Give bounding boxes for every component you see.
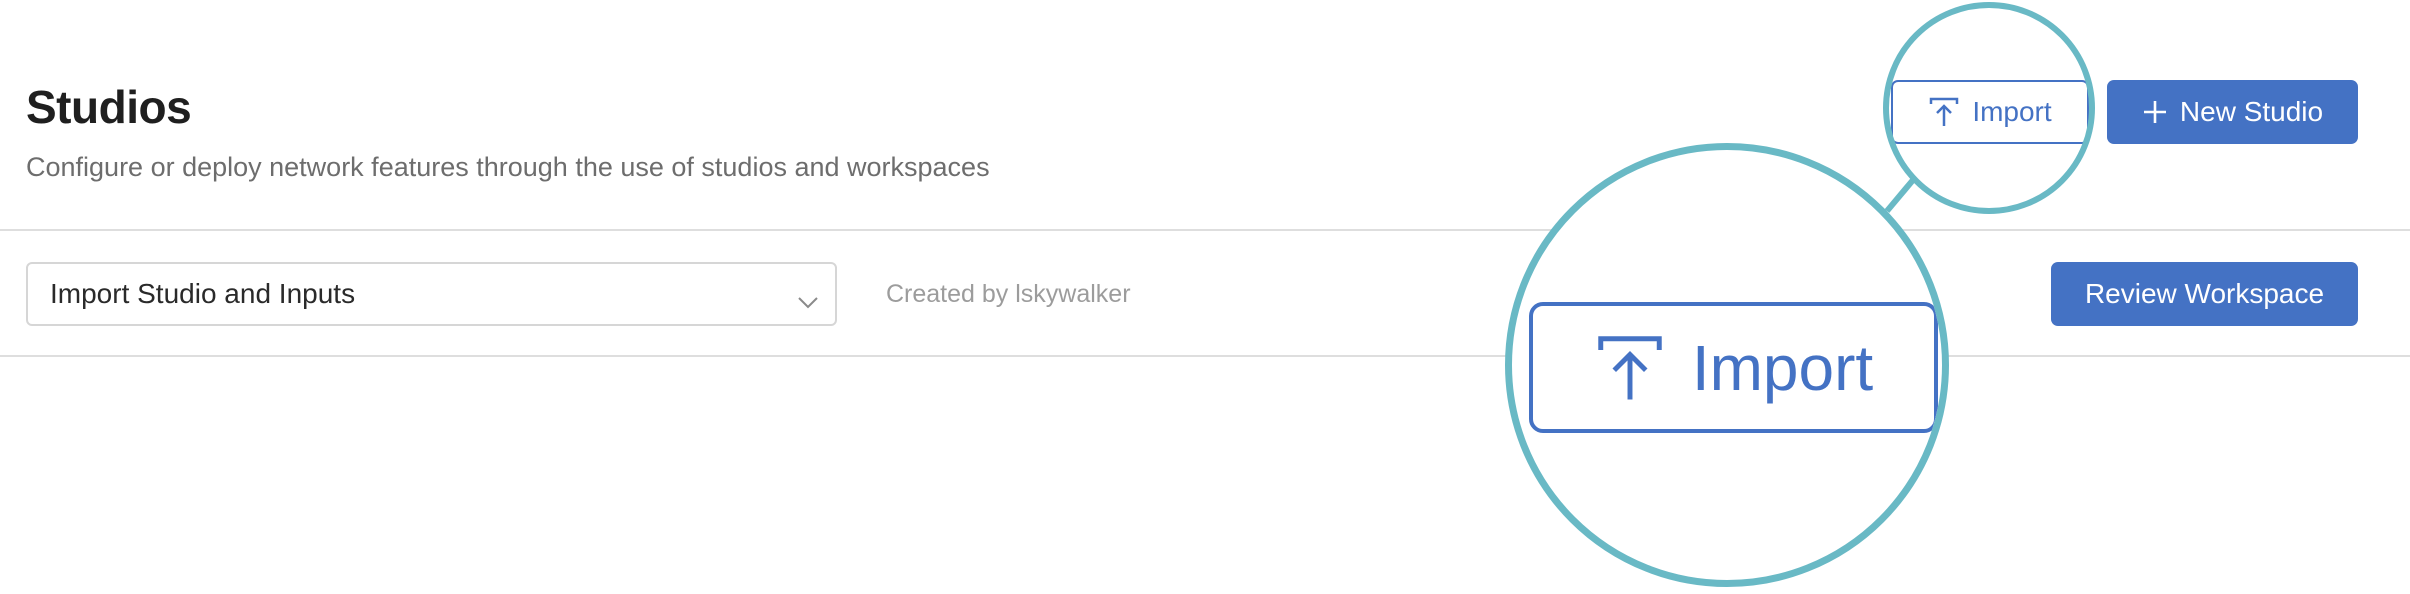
- review-workspace-button-label: Review Workspace: [2084, 278, 2325, 309]
- divider: [0, 355, 2410, 357]
- page-title: Studios: [26, 81, 192, 133]
- import-button[interactable]: Import: [1891, 80, 2089, 144]
- magnifier-callout: Import: [1505, 143, 1949, 587]
- upload-icon: [1594, 332, 1666, 404]
- divider: [0, 229, 2410, 231]
- workspace-select-value: Import Studio and Inputs: [50, 278, 356, 309]
- import-button-label: Import: [1972, 96, 2052, 127]
- magnified-import-label: Import: [1691, 331, 1874, 404]
- review-workspace-button[interactable]: Review Workspace: [2051, 262, 2358, 326]
- new-studio-button[interactable]: New Studio: [2107, 80, 2358, 144]
- upload-icon: [1928, 96, 1960, 128]
- plus-icon: [2142, 99, 2168, 125]
- page-subtitle: Configure or deploy network features thr…: [26, 152, 990, 182]
- chevron-down-icon: [797, 286, 819, 318]
- magnified-import-button: Import: [1529, 302, 1938, 433]
- created-by-text: Created by lskywalker: [886, 280, 1131, 308]
- workspace-select[interactable]: Import Studio and Inputs: [26, 262, 837, 326]
- new-studio-button-label: New Studio: [2179, 96, 2324, 127]
